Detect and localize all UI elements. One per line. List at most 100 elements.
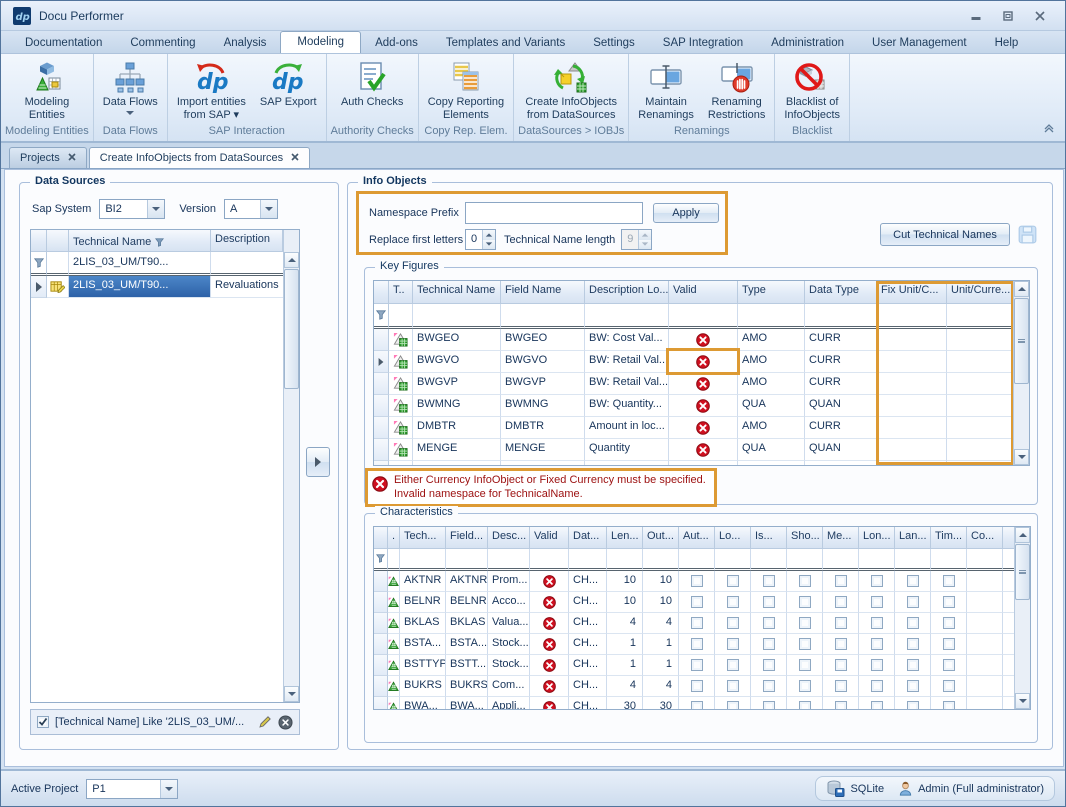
attribute-checkbox[interactable] [799,659,811,671]
attribute-checkbox[interactable] [799,617,811,629]
attribute-checkbox[interactable] [907,701,919,710]
fix-unit-cell[interactable] [877,417,947,439]
characteristic-row[interactable]: BUKRS BUKRS Com... CH... 4 4 [374,676,1030,697]
column-header[interactable]: Field... [446,527,488,549]
attribute-checkbox[interactable] [871,701,883,710]
blacklist-infoobjects-button[interactable]: Blacklist of InfoObjects [779,56,845,124]
menu-tab-analysis[interactable]: Analysis [210,33,281,53]
key-figure-row[interactable]: MENGE MENGE Quantity QUA QUAN [374,439,1029,461]
transfer-right-button[interactable] [306,447,330,477]
attribute-checkbox[interactable] [871,575,883,587]
attribute-checkbox[interactable] [907,596,919,608]
datasource-table-scrollbar[interactable] [283,230,299,702]
column-header[interactable]: Co... [967,527,1003,549]
attribute-checkbox[interactable] [907,575,919,587]
attribute-checkbox[interactable] [907,680,919,692]
modeling-entities-button[interactable]: Modeling Entities [16,56,78,124]
column-header[interactable]: Aut... [679,527,715,549]
active-project-combo[interactable]: P1 [86,779,178,799]
menu-tab-administration[interactable]: Administration [757,33,858,53]
column-header[interactable]: Me... [823,527,859,549]
unit-currency-cell[interactable] [947,395,1013,417]
database-status[interactable]: SQLite [826,780,884,797]
column-header[interactable]: Out... [643,527,679,549]
fix-unit-cell[interactable] [877,373,947,395]
attribute-checkbox[interactable] [691,617,703,629]
scrollbar-thumb[interactable] [284,269,299,389]
menu-tab-help[interactable]: Help [981,33,1033,53]
column-header[interactable]: Technical Name [413,281,501,304]
attribute-checkbox[interactable] [691,575,703,587]
attribute-checkbox[interactable] [691,638,703,650]
edit-filter-pencil-icon[interactable] [258,715,272,729]
attribute-checkbox[interactable] [943,617,955,629]
attribute-checkbox[interactable] [727,659,739,671]
apply-button[interactable]: Apply [653,203,719,223]
user-status[interactable]: Admin (Full administrator) [898,781,1044,797]
attribute-checkbox[interactable] [799,596,811,608]
characteristic-row[interactable]: BSTA... BSTA... Stock... CH... 1 1 [374,634,1030,655]
menu-tab-modeling[interactable]: Modeling [280,31,361,53]
characteristic-row[interactable]: BELNR BELNR Acco... CH... 10 10 [374,592,1030,613]
fix-unit-cell[interactable] [877,461,947,466]
column-header[interactable]: Valid [530,527,569,549]
tab-projects[interactable]: Projects [9,147,87,168]
scroll-up-arrow[interactable] [1015,527,1030,543]
sap-export-button[interactable]: dp SAP Export [255,56,322,111]
attribute-checkbox[interactable] [943,596,955,608]
menu-tab-commenting[interactable]: Commenting [116,33,209,53]
unit-currency-cell[interactable] [947,439,1013,461]
attribute-checkbox[interactable] [763,638,775,650]
attribute-checkbox[interactable] [835,617,847,629]
fix-unit-cell[interactable] [877,439,947,461]
scroll-down-arrow[interactable] [284,686,299,702]
column-header[interactable]: Sho... [787,527,823,549]
menu-tab-addons[interactable]: Add-ons [361,33,432,53]
attribute-checkbox[interactable] [907,659,919,671]
attribute-checkbox[interactable] [691,659,703,671]
attribute-checkbox[interactable] [835,596,847,608]
key-figure-row[interactable]: BWGEO BWGEO BW: Cost Val... AMO CURR [374,329,1029,351]
column-header[interactable]: Tim... [931,527,967,549]
scrollbar-thumb[interactable] [1014,298,1029,384]
version-combo[interactable]: A [224,199,278,219]
column-header[interactable]: Unit/Curre... [947,281,1013,304]
menu-tab-templates-variants[interactable]: Templates and Variants [432,33,579,53]
tab-create-infoobjects[interactable]: Create InfoObjects from DataSources [89,147,310,168]
scroll-up-arrow[interactable] [284,252,299,268]
close-button[interactable] [1031,9,1049,23]
column-header[interactable]: Type [738,281,805,304]
scroll-up-arrow[interactable] [1014,281,1029,297]
column-header[interactable]: T.. [389,281,413,304]
copy-reporting-elements-button[interactable]: Copy Reporting Elements [423,56,509,124]
column-header-technical-name[interactable]: Technical Name [69,230,211,252]
maintain-renamings-button[interactable]: Maintain Renamings [633,56,699,124]
datasource-row[interactable]: 2LIS_03_UM/T90... Revaluations [31,276,299,298]
key-figure-row[interactable]: DMBTR DMBTR Amount in loc... AMO CURR [374,417,1029,439]
unit-currency-cell[interactable] [947,329,1013,351]
menu-tab-documentation[interactable]: Documentation [11,33,116,53]
column-header[interactable]: Tech... [400,527,446,549]
column-header-description[interactable]: Description [211,230,283,252]
fix-unit-cell[interactable] [877,329,947,351]
attribute-checkbox[interactable] [943,680,955,692]
tab-close-icon[interactable] [291,152,299,164]
namespace-prefix-input[interactable] [465,202,643,224]
attribute-checkbox[interactable] [691,701,703,710]
maximize-button[interactable] [999,9,1017,23]
attribute-checkbox[interactable] [943,638,955,650]
attribute-checkbox[interactable] [727,638,739,650]
data-flows-button[interactable]: Data Flows [98,56,163,117]
column-header[interactable]: Description Lo... [585,281,669,304]
characteristic-row[interactable]: BKLAS BKLAS Valua... CH... 4 4 [374,613,1030,634]
sap-system-combo[interactable]: BI2 [99,199,165,219]
column-header[interactable]: Fix Unit/C... [877,281,947,304]
minimize-button[interactable] [967,9,985,23]
characteristics-scrollbar[interactable] [1014,527,1030,709]
clear-filter-icon[interactable] [278,715,293,730]
column-header[interactable]: . [388,527,400,549]
attribute-checkbox[interactable] [799,701,811,710]
filter-funnel-icon[interactable] [155,238,164,247]
attribute-checkbox[interactable] [835,575,847,587]
attribute-checkbox[interactable] [871,596,883,608]
